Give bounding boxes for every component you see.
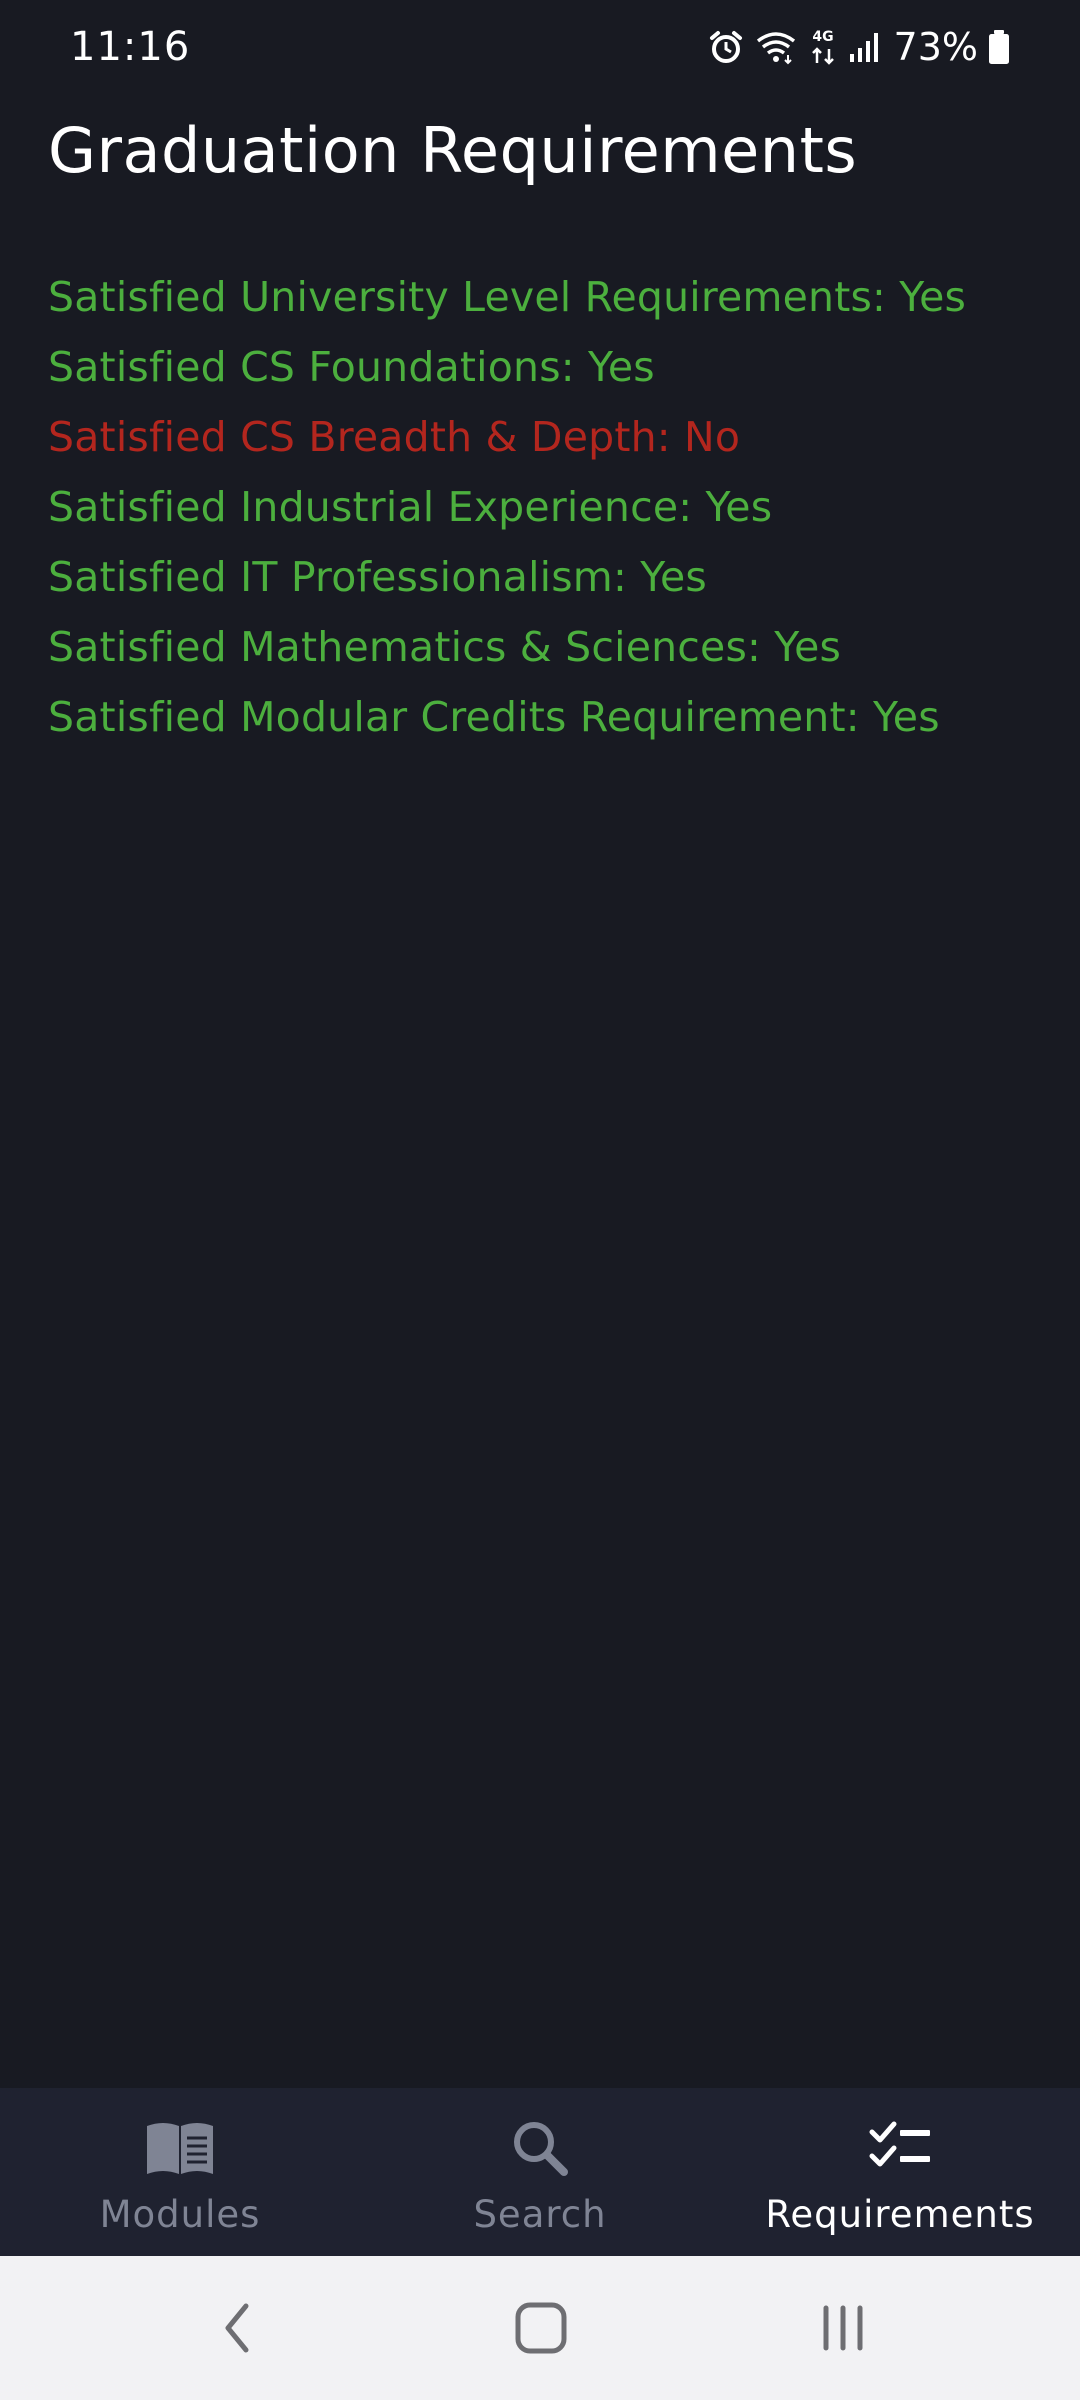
requirement-item: Satisfied CS Breadth & Depth: No (48, 413, 741, 461)
back-icon[interactable] (218, 2298, 258, 2362)
home-icon[interactable] (514, 2298, 568, 2362)
requirement-item: Satisfied CS Foundations: Yes (48, 343, 655, 391)
checklist-icon (868, 2118, 932, 2178)
page-title: Graduation Requirements (48, 114, 858, 187)
nav-label-modules: Modules (99, 2193, 261, 2236)
nav-tab-search[interactable]: Search (360, 2088, 720, 2256)
book-icon (145, 2118, 215, 2182)
status-time: 11:16 (70, 24, 191, 70)
nav-tab-requirements[interactable]: Requirements (720, 2088, 1080, 2256)
requirement-item: Satisfied Mathematics & Sciences: Yes (48, 623, 842, 671)
app-screen: 11:16 4G 73% Graduation Requirements Sat… (0, 0, 1080, 2400)
battery-icon (988, 29, 1010, 65)
status-icons: 4G 73% (708, 20, 1010, 74)
nav-label-requirements: Requirements (765, 2193, 1035, 2236)
recents-icon[interactable] (818, 2298, 868, 2362)
requirement-item: Satisfied University Level Requirements:… (48, 273, 967, 321)
requirement-item: Satisfied IT Professionalism: Yes (48, 553, 707, 601)
mobile-data-icon: 4G (808, 27, 838, 67)
system-nav-bar (0, 2256, 1080, 2400)
requirement-item: Satisfied Modular Credits Requirement: Y… (48, 693, 940, 741)
nav-tab-modules[interactable]: Modules (0, 2088, 360, 2256)
network-type-label: 4G (812, 29, 833, 45)
requirements-list: Satisfied University Level Requirements:… (48, 262, 966, 752)
status-bar: 11:16 4G 73% (0, 0, 1080, 94)
requirement-item: Satisfied Industrial Experience: Yes (48, 483, 773, 531)
bottom-nav: Modules Search Requirements (0, 2088, 1080, 2256)
wifi-icon (754, 29, 798, 65)
search-icon (510, 2118, 570, 2182)
nav-label-search: Search (473, 2193, 607, 2236)
battery-percent: 73% (893, 25, 978, 69)
alarm-icon (708, 29, 744, 65)
signal-icon (848, 30, 880, 64)
